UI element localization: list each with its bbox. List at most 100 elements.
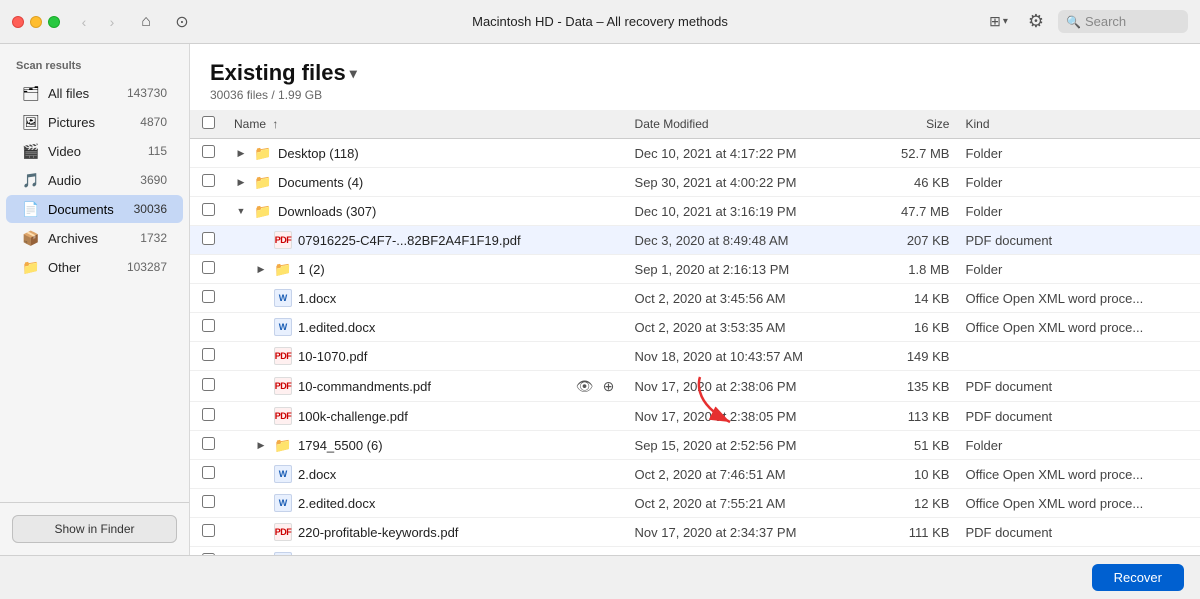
sidebar-item-count-documents: 30036 <box>134 202 167 216</box>
sidebar-item-count-audio: 3690 <box>140 173 167 187</box>
documents-icon: 📄 <box>22 200 40 218</box>
expand-button[interactable]: ▶ <box>234 146 248 160</box>
pdf-icon: PDF <box>274 523 292 541</box>
all-files-icon: 🗂 <box>22 84 40 102</box>
sidebar-item-pictures[interactable]: 🖼 Pictures 4870 <box>6 108 183 136</box>
row-date-cell: Sep 15, 2020 at 2:52:56 PM <box>627 431 858 460</box>
row-checkbox-cell <box>190 547 226 556</box>
row-checkbox[interactable] <box>202 261 215 274</box>
file-name[interactable]: 07916225-C4F7-...82BF2A4F1F19.pdf <box>298 233 619 248</box>
table-row: ▶ 📁 Desktop (118) Dec 10, 2021 at 4:17:2… <box>190 139 1200 168</box>
section-title: Existing files ▾ <box>210 60 1180 86</box>
back-button[interactable]: ‹ <box>72 10 96 34</box>
row-checkbox-cell <box>190 168 226 197</box>
sidebar-item-documents[interactable]: 📄 Documents 30036 <box>6 195 183 223</box>
search-input[interactable] <box>1085 14 1175 29</box>
row-checkbox-cell <box>190 518 226 547</box>
row-name-cell: ▶ 📁 1794_5500 (6) <box>226 431 627 460</box>
show-in-finder-button[interactable]: Show in Finder <box>12 515 177 543</box>
word-icon: W <box>274 289 292 307</box>
row-checkbox[interactable] <box>202 203 215 216</box>
file-name[interactable]: 1.docx <box>298 291 619 306</box>
row-checkbox[interactable] <box>202 437 215 450</box>
row-checkbox[interactable] <box>202 378 215 391</box>
file-name[interactable]: 3.docx <box>298 554 619 556</box>
row-size-cell: 52.7 MB <box>857 139 957 168</box>
kind-column-header[interactable]: Kind <box>957 110 1200 139</box>
toolbar-right: ⊞ ▾ ⚙ 🔍 <box>983 7 1188 36</box>
file-name[interactable]: Downloads (307) <box>278 204 619 219</box>
recover-button[interactable]: Recover <box>1092 564 1184 591</box>
sidebar-item-video[interactable]: 🎬 Video 115 <box>6 137 183 165</box>
file-name[interactable]: 10-commandments.pdf <box>298 379 565 394</box>
file-name[interactable]: Documents (4) <box>278 175 619 190</box>
file-name[interactable]: Desktop (118) <box>278 146 619 161</box>
file-name[interactable]: 10-1070.pdf <box>298 349 619 364</box>
nav-buttons: ‹ › <box>72 10 124 34</box>
row-kind-cell: Office Open XML word proce... <box>957 284 1200 313</box>
file-name[interactable]: 1 (2) <box>298 262 619 277</box>
sidebar-item-archives[interactable]: 📦 Archives 1732 <box>6 224 183 252</box>
file-name[interactable]: 2.docx <box>298 467 619 482</box>
file-name[interactable]: 1.edited.docx <box>298 320 619 335</box>
home-button[interactable]: ⌂ <box>132 8 160 36</box>
file-name[interactable]: 100k-challenge.pdf <box>298 409 619 424</box>
file-row-name: ▼ 📁 Downloads (307) <box>234 202 619 220</box>
preview-icon[interactable]: 👁 <box>575 376 595 396</box>
row-checkbox[interactable] <box>202 408 215 421</box>
history-button[interactable]: ⊙ <box>168 8 196 36</box>
table-row: W 2.edited.docx Oct 2, 2020 at 7:55:21 A… <box>190 489 1200 518</box>
table-row: W 1.edited.docx Oct 2, 2020 at 3:53:35 A… <box>190 313 1200 342</box>
row-checkbox[interactable] <box>202 466 215 479</box>
row-kind-cell: PDF document <box>957 226 1200 255</box>
sidebar-item-count-video: 115 <box>148 144 167 158</box>
row-kind-cell: Folder <box>957 255 1200 284</box>
row-checkbox[interactable] <box>202 319 215 332</box>
folder-icon: 📁 <box>254 173 272 191</box>
expand-button[interactable]: ▶ <box>254 438 268 452</box>
sidebar-item-label-pictures: Pictures <box>48 115 132 130</box>
row-kind-cell <box>957 342 1200 371</box>
row-checkbox[interactable] <box>202 553 215 555</box>
expand-button[interactable]: ▶ <box>234 175 248 189</box>
row-checkbox[interactable] <box>202 232 215 245</box>
sidebar-item-all-files[interactable]: 🗂 All files 143730 <box>6 79 183 107</box>
row-date-cell: Oct 2, 2020 at 7:55:21 AM <box>627 489 858 518</box>
row-name-cell: W 2.docx <box>226 460 627 489</box>
maximize-button[interactable] <box>48 16 60 28</box>
row-size-cell: 51 KB <box>857 431 957 460</box>
title-dropdown-arrow[interactable]: ▾ <box>350 65 357 82</box>
row-name-cell: ▶ 📁 Desktop (118) <box>226 139 627 168</box>
file-name[interactable]: 220-profitable-keywords.pdf <box>298 525 619 540</box>
date-column-header[interactable]: Date Modified <box>627 110 858 139</box>
row-checkbox-cell <box>190 489 226 518</box>
row-checkbox[interactable] <box>202 290 215 303</box>
add-icon[interactable]: ⊕ <box>599 376 619 396</box>
close-button[interactable] <box>12 16 24 28</box>
size-column-header[interactable]: Size <box>857 110 957 139</box>
row-checkbox[interactable] <box>202 145 215 158</box>
select-all-checkbox[interactable] <box>202 116 215 129</box>
file-row-name: PDF 220-profitable-keywords.pdf <box>234 523 619 541</box>
row-checkbox[interactable] <box>202 174 215 187</box>
footer: Recover <box>0 555 1200 599</box>
view-options-button[interactable]: ⊞ ▾ <box>983 9 1014 34</box>
minimize-button[interactable] <box>30 16 42 28</box>
row-name-cell: PDF 220-profitable-keywords.pdf <box>226 518 627 547</box>
sidebar-item-count-archives: 1732 <box>140 231 167 245</box>
collapse-button[interactable]: ▼ <box>234 204 248 218</box>
folder-icon: 📁 <box>254 202 272 220</box>
expand-button[interactable]: ▶ <box>254 262 268 276</box>
sidebar-item-audio[interactable]: 🎵 Audio 3690 <box>6 166 183 194</box>
name-column-header[interactable]: Name ↑ <box>226 110 627 139</box>
file-name[interactable]: 1794_5500 (6) <box>298 438 619 453</box>
file-name[interactable]: 2.edited.docx <box>298 496 619 511</box>
row-checkbox[interactable] <box>202 348 215 361</box>
sidebar-item-other[interactable]: 📁 Other 103287 <box>6 253 183 281</box>
file-row-name: W 2.edited.docx <box>234 494 619 512</box>
filter-button[interactable]: ⚙ <box>1022 7 1050 36</box>
row-checkbox[interactable] <box>202 524 215 537</box>
row-checkbox[interactable] <box>202 495 215 508</box>
file-table-container[interactable]: Name ↑ Date Modified Size Kind ▶ <box>190 110 1200 555</box>
forward-button[interactable]: › <box>100 10 124 34</box>
